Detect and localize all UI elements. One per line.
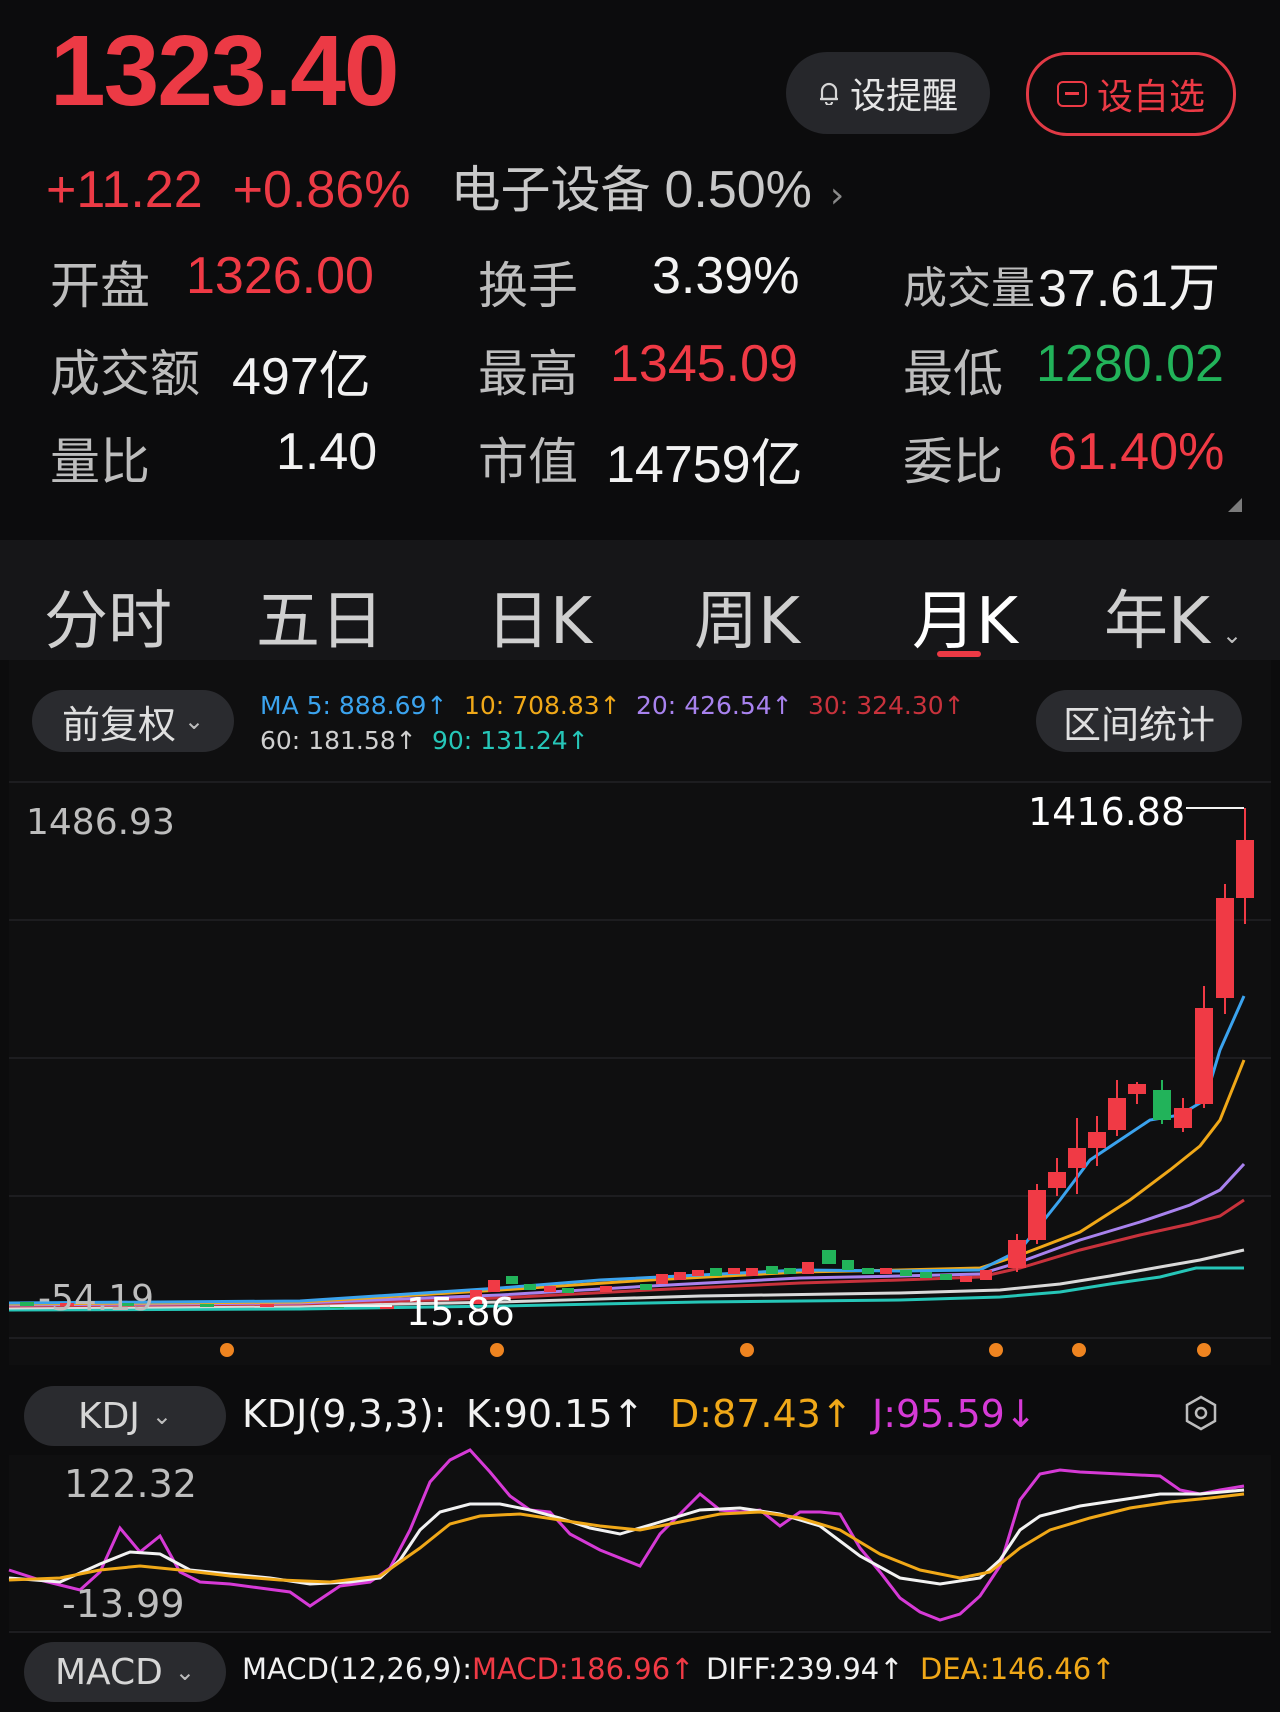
settings-icon[interactable]: [1182, 1394, 1220, 1432]
candle: [506, 1276, 518, 1284]
kdj-j-value: J:95.59↓: [872, 1392, 1037, 1436]
kdj-selector-label: KDJ: [77, 1395, 140, 1437]
candle: [1048, 1172, 1066, 1188]
candle: [1008, 1240, 1026, 1268]
candle: [822, 1250, 836, 1264]
kdj-y-max-label: 122.32: [64, 1462, 197, 1506]
y-axis-min-label: -54.19: [38, 1278, 155, 1319]
candle: [260, 1304, 274, 1307]
kdj-chart-bg: [9, 1455, 1271, 1630]
candle: [20, 1302, 34, 1306]
candle: [980, 1270, 992, 1280]
candle: [784, 1268, 796, 1274]
candle: [900, 1270, 912, 1276]
candle: [1028, 1190, 1046, 1240]
candle: [1236, 840, 1254, 898]
candle: [710, 1268, 722, 1276]
event-dot[interactable]: [1072, 1343, 1086, 1357]
candle: [880, 1268, 892, 1274]
event-dot[interactable]: [220, 1343, 234, 1357]
kdj-k-value: K:90.15↑: [466, 1392, 645, 1436]
indicator-selector-macd[interactable]: MACD ⌄: [24, 1642, 226, 1702]
candle: [728, 1268, 740, 1274]
candle: [1153, 1090, 1171, 1120]
candle: [1128, 1084, 1146, 1094]
candle: [524, 1284, 536, 1290]
candle: [1068, 1148, 1086, 1168]
event-dot[interactable]: [989, 1343, 1003, 1357]
candle: [656, 1274, 668, 1284]
event-dot[interactable]: [740, 1343, 754, 1357]
candle: [960, 1276, 972, 1282]
y-axis-max-label: 1486.93: [26, 802, 175, 843]
candle: [1216, 898, 1234, 998]
candle: [802, 1262, 814, 1274]
candle: [562, 1288, 574, 1293]
macd-value: MACD:186.96↑: [472, 1652, 695, 1686]
low-marker-label: 15.86: [406, 1290, 515, 1334]
candle: [544, 1286, 556, 1292]
candle: [600, 1286, 612, 1292]
candle: [1174, 1108, 1192, 1128]
candle: [1195, 1008, 1213, 1104]
candle: [746, 1268, 758, 1276]
event-dot[interactable]: [490, 1343, 504, 1357]
candle: [940, 1274, 952, 1280]
kdj-d-value: D:87.43↑: [670, 1392, 853, 1436]
candle: [692, 1270, 704, 1276]
event-dot[interactable]: [1197, 1343, 1211, 1357]
chevron-down-icon: ⌄: [174, 1658, 196, 1686]
candle: [200, 1304, 214, 1307]
candle: [674, 1272, 686, 1280]
candle: [640, 1284, 652, 1290]
chevron-down-icon: ⌄: [151, 1402, 173, 1430]
high-marker-label: 1416.88: [1028, 790, 1186, 834]
macd-params: MACD(12,26,9):: [242, 1652, 473, 1686]
ma30-line: [8, 1198, 1245, 1308]
indicator-selector-kdj[interactable]: KDJ ⌄: [24, 1386, 226, 1446]
candle: [920, 1272, 932, 1278]
candle: [842, 1260, 854, 1270]
candle: [766, 1266, 778, 1274]
kdj-y-min-label: -13.99: [62, 1582, 185, 1626]
candle: [1108, 1098, 1126, 1130]
kline-svg: [8, 781, 1271, 1633]
candle: [1088, 1132, 1106, 1148]
macd-selector-label: MACD: [54, 1651, 163, 1693]
macd-dea-value: DEA:146.46↑: [920, 1652, 1116, 1686]
kdj-params: KDJ(9,3,3):: [242, 1392, 447, 1436]
candle: [862, 1268, 874, 1274]
macd-diff-value: DIFF:239.94↑: [706, 1652, 904, 1686]
